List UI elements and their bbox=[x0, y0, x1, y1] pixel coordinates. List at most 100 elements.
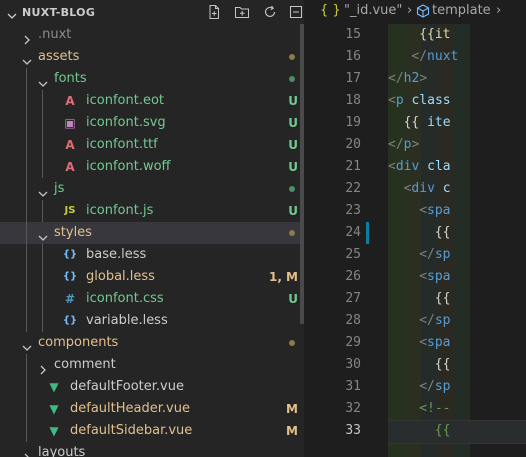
tree-indent-guide bbox=[26, 112, 27, 134]
file-item[interactable]: JS iconfont.js U bbox=[0, 200, 304, 222]
code-area[interactable]: 15 {{it 16 </nuxt 17 </h2> 18 <p class 19{{ ite 2… bbox=[314, 24, 526, 457]
code-text: </nuxt bbox=[411, 46, 458, 68]
code-line[interactable]: 24 {{ bbox=[314, 222, 526, 244]
tree-indent-guide bbox=[42, 288, 43, 310]
code-text: <p class bbox=[388, 90, 451, 112]
code-line[interactable]: 23 <spa bbox=[314, 200, 526, 222]
new-file-icon[interactable] bbox=[206, 4, 222, 20]
code-text: </sp bbox=[419, 244, 450, 266]
git-status-dot bbox=[289, 340, 295, 346]
tree-indent-guide bbox=[26, 288, 27, 310]
breadcrumb-separator: › bbox=[407, 3, 413, 18]
code-line[interactable]: 17 </h2> bbox=[314, 68, 526, 90]
file-item[interactable]: ▼ defaultFooter.vue bbox=[0, 376, 304, 398]
file-item[interactable]: ▼ defaultHeader.vue M bbox=[0, 398, 304, 420]
code-line[interactable]: 32 <!-- bbox=[314, 398, 526, 420]
breadcrumb-template[interactable]: template bbox=[432, 0, 491, 22]
code-token: cla bbox=[419, 159, 451, 174]
line-number: 18 bbox=[345, 93, 361, 108]
chevron-down-icon[interactable] bbox=[22, 338, 32, 351]
font-file-icon: A bbox=[65, 138, 75, 152]
git-status-badge: U bbox=[288, 138, 298, 152]
code-line[interactable]: 15 {{it bbox=[314, 24, 526, 46]
explorer-panel: NUXT-BLOG .nuxt assets fonts Aiconfont.eot U… bbox=[0, 0, 304, 457]
chevron-right-icon[interactable] bbox=[38, 360, 48, 375]
folder-item[interactable]: comment bbox=[0, 354, 304, 376]
folder-item[interactable]: fonts bbox=[0, 68, 304, 90]
code-line[interactable]: 18 <p class bbox=[314, 90, 526, 112]
code-token: sp bbox=[434, 379, 451, 394]
file-item[interactable]: {} variable.less bbox=[0, 310, 304, 332]
tree-indent-guide bbox=[26, 134, 27, 156]
file-item[interactable]: {} base.less bbox=[0, 244, 304, 266]
new-folder-icon[interactable] bbox=[234, 4, 250, 20]
code-token: < bbox=[388, 93, 396, 108]
explorer-header[interactable]: NUXT-BLOG bbox=[0, 0, 304, 24]
tree-indent-guide bbox=[26, 266, 27, 288]
breadcrumb-file[interactable]: "_id.vue" bbox=[344, 0, 402, 22]
code-token: > bbox=[411, 137, 420, 152]
code-line[interactable]: 20 </p> bbox=[314, 134, 526, 156]
code-line[interactable]: 21 <div cla bbox=[314, 156, 526, 178]
chevron-right-icon[interactable] bbox=[22, 30, 32, 45]
tree-item-label: .nuxt bbox=[38, 27, 72, 42]
code-line[interactable]: 26 <spa bbox=[314, 266, 526, 288]
folder-item[interactable]: styles bbox=[0, 222, 304, 244]
line-number: 30 bbox=[345, 357, 361, 372]
file-item[interactable]: # iconfont.css U bbox=[0, 288, 304, 310]
folder-item[interactable]: .nuxt bbox=[0, 24, 304, 46]
code-text: <spa bbox=[419, 200, 450, 222]
chevron-down-icon[interactable] bbox=[38, 74, 48, 87]
git-status-badge: 1, M bbox=[268, 270, 298, 284]
code-token: < bbox=[419, 203, 428, 218]
chevron-right-icon[interactable] bbox=[22, 448, 32, 457]
code-line[interactable]: 22 <div c bbox=[314, 178, 526, 200]
chevron-down-icon[interactable] bbox=[38, 184, 48, 197]
chevron-down-icon[interactable] bbox=[38, 228, 48, 241]
code-token: class bbox=[403, 93, 451, 108]
code-line[interactable]: 30 {{ bbox=[314, 354, 526, 376]
font-file-icon: A bbox=[65, 94, 75, 108]
code-text: </p> bbox=[388, 134, 419, 156]
file-item[interactable]: Aiconfont.eot U bbox=[0, 90, 304, 112]
line-number: 23 bbox=[345, 203, 361, 218]
chevron-down-icon[interactable] bbox=[7, 6, 17, 25]
code-line[interactable]: 27 {{ bbox=[314, 288, 526, 310]
git-status-dot bbox=[289, 54, 295, 60]
code-token: div bbox=[411, 181, 435, 196]
file-item[interactable]: Aiconfont.woff U bbox=[0, 156, 304, 178]
code-text: <spa bbox=[419, 266, 450, 288]
line-number: 27 bbox=[345, 291, 361, 306]
tree-indent-guide bbox=[26, 376, 27, 398]
collapse-all-icon[interactable] bbox=[288, 4, 304, 20]
code-line[interactable]: 31 </sp bbox=[314, 376, 526, 398]
code-line[interactable]: 16 </nuxt bbox=[314, 46, 526, 68]
tree-indent-guide bbox=[42, 112, 43, 134]
chevron-down-icon[interactable] bbox=[22, 52, 32, 65]
line-number: 17 bbox=[345, 71, 361, 86]
tree-item-label: variable.less bbox=[86, 313, 168, 328]
explorer-scrollbar[interactable] bbox=[300, 24, 304, 324]
file-item[interactable]: ▼ defaultSidebar.vue M bbox=[0, 420, 304, 442]
code-editor[interactable]: { } "_id.vue" › template › 15 {{it 16 </nux… bbox=[314, 0, 526, 457]
code-line[interactable]: 28 </sp bbox=[314, 310, 526, 332]
refresh-icon[interactable] bbox=[262, 4, 278, 20]
code-token: < bbox=[419, 269, 428, 284]
file-item[interactable]: Aiconfont.ttf U bbox=[0, 134, 304, 156]
file-item[interactable]: {} global.less 1, M bbox=[0, 266, 304, 288]
code-token: {{ bbox=[434, 423, 451, 438]
folder-item[interactable]: js bbox=[0, 178, 304, 200]
folder-item[interactable]: layouts bbox=[0, 442, 304, 457]
breadcrumb-separator: › bbox=[496, 3, 502, 18]
code-line[interactable]: 25 </sp bbox=[314, 244, 526, 266]
code-line[interactable]: 29 <spa bbox=[314, 332, 526, 354]
tree-indent-guide bbox=[26, 222, 27, 244]
code-text: {{ bbox=[435, 420, 451, 442]
folder-item[interactable]: assets bbox=[0, 46, 304, 68]
folder-item[interactable]: components bbox=[0, 332, 304, 354]
code-line[interactable]: 33 {{ bbox=[314, 420, 526, 442]
code-line[interactable]: 19 {{ ite bbox=[314, 112, 526, 134]
code-token: </ bbox=[419, 379, 435, 394]
tree-item-label: global.less bbox=[86, 269, 155, 284]
file-item[interactable]: ▣ iconfont.svg U bbox=[0, 112, 304, 134]
